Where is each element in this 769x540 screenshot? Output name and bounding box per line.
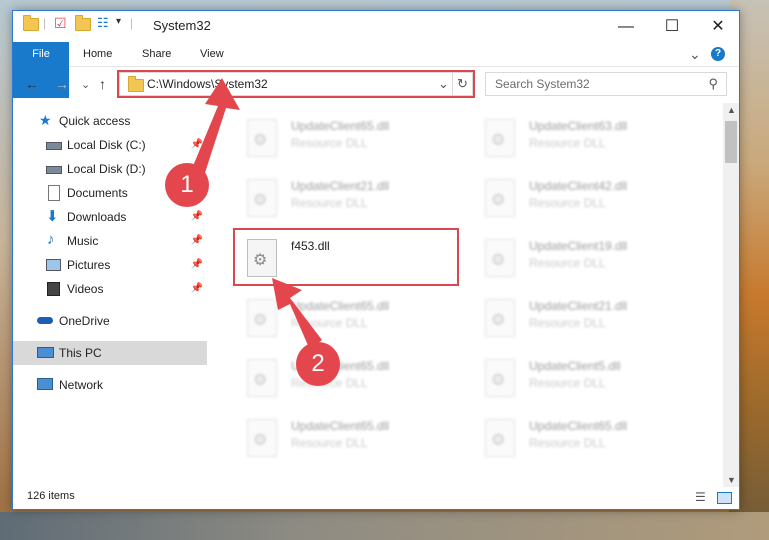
step-1-badge: 1 [165,163,209,207]
arrow-to-file [272,278,322,350]
step-2-badge: 2 [296,342,340,386]
annotation-arrows [188,78,322,350]
